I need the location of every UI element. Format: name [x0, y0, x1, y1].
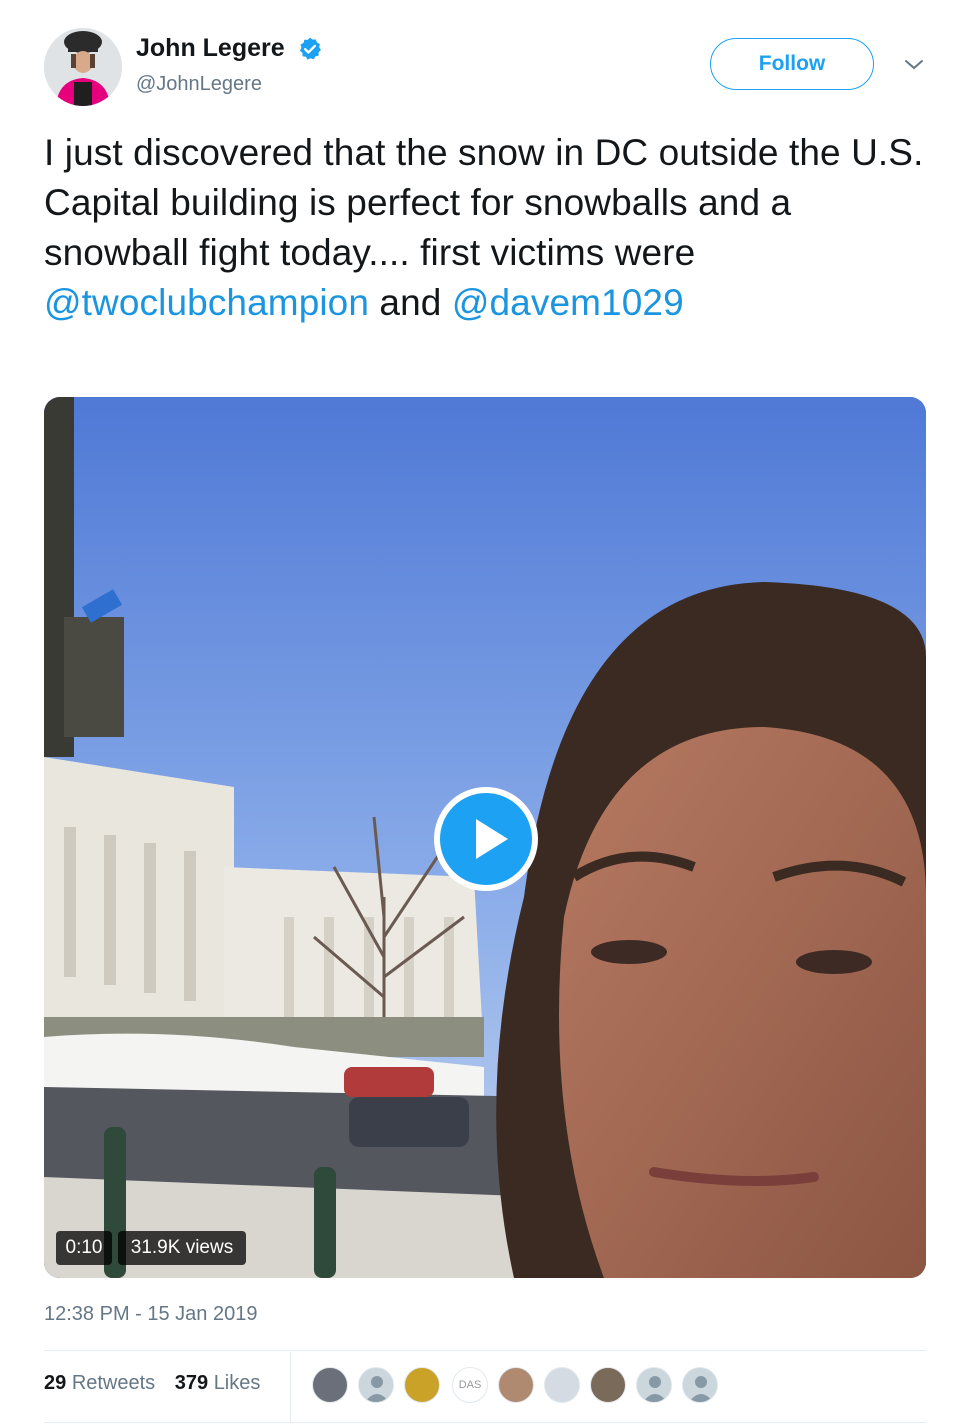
- liker-avatar-das[interactable]: DAS: [452, 1367, 488, 1403]
- likes-label: Likes: [213, 1372, 261, 1394]
- liker-avatar[interactable]: [544, 1367, 580, 1403]
- liker-avatar-das-text: DAS: [458, 1379, 482, 1391]
- default-avatar-icon[interactable]: [636, 1367, 672, 1403]
- retweets-count: 29: [44, 1372, 67, 1394]
- tweet-text-part: I just discovered that the snow in DC ou…: [44, 132, 924, 273]
- follow-button[interactable]: Follow: [710, 38, 874, 90]
- video-player[interactable]: 0:10 31.9K views: [44, 397, 926, 1278]
- divider: [44, 1350, 926, 1351]
- liker-avatar[interactable]: [404, 1367, 440, 1403]
- tweet-timestamp[interactable]: 12:38 PM - 15 Jan 2019: [44, 1303, 257, 1326]
- likes-stat[interactable]: 379 Likes: [175, 1372, 261, 1394]
- play-button[interactable]: [434, 787, 538, 891]
- tweet-text-part: and: [369, 282, 452, 323]
- tweet-text: I just discovered that the snow in DC ou…: [44, 128, 934, 328]
- liker-avatar[interactable]: [498, 1367, 534, 1403]
- tweet-stats: 29 Retweets 379 Likes: [44, 1372, 274, 1395]
- stats-divider: [290, 1352, 291, 1422]
- mention-link[interactable]: @davem1029: [452, 282, 684, 323]
- verified-badge-icon: [297, 36, 323, 62]
- mention-link[interactable]: @twoclubchampion: [44, 282, 369, 323]
- user-handle[interactable]: @JohnLegere: [136, 73, 323, 96]
- default-avatar-icon[interactable]: [682, 1367, 718, 1403]
- tweet-header: John Legere @JohnLegere Follow: [44, 28, 934, 108]
- retweets-label: Retweets: [71, 1372, 156, 1394]
- likes-count: 379: [174, 1372, 209, 1394]
- default-avatar-icon[interactable]: [358, 1367, 394, 1403]
- divider: [44, 1422, 926, 1423]
- liker-avatar[interactable]: [312, 1367, 348, 1403]
- user-avatar[interactable]: [44, 28, 122, 106]
- video-views: 31.9K views: [118, 1231, 246, 1265]
- retweets-stat[interactable]: 29 Retweets: [44, 1372, 155, 1394]
- display-name[interactable]: John Legere: [136, 34, 285, 63]
- chevron-down-icon[interactable]: [902, 56, 926, 74]
- liker-avatar[interactable]: [590, 1367, 626, 1403]
- user-name-block: John Legere @JohnLegere: [136, 34, 323, 96]
- video-duration: 0:10: [56, 1231, 112, 1265]
- play-icon: [476, 819, 508, 859]
